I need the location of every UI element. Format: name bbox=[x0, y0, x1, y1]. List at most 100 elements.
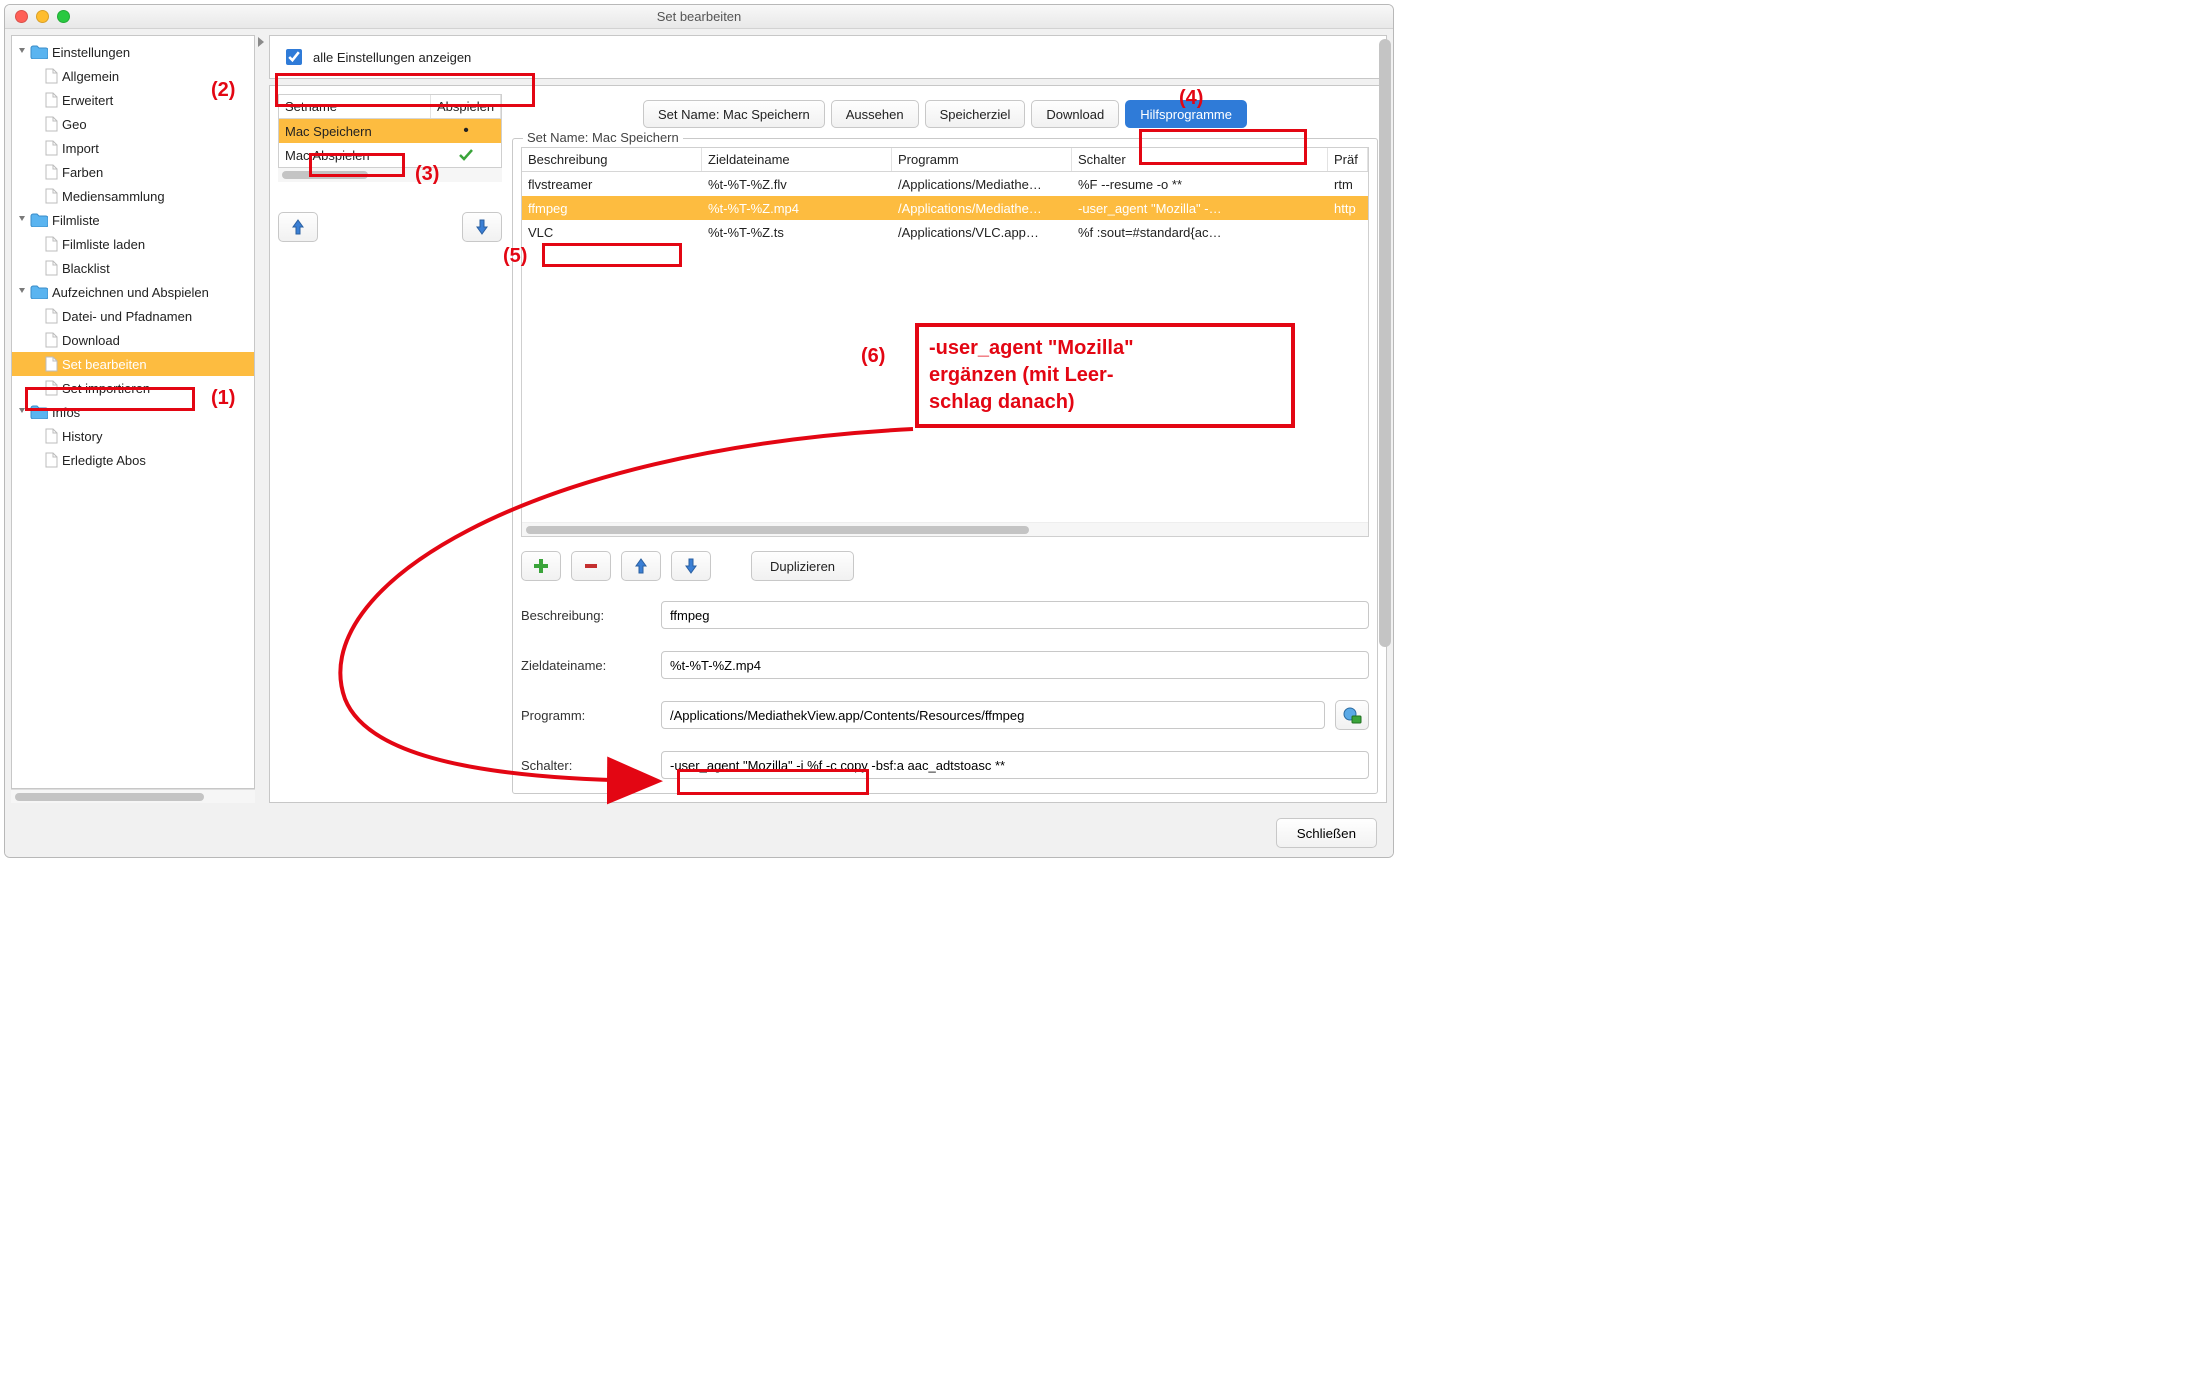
plus-icon bbox=[532, 557, 550, 575]
program-table-row[interactable]: VLC%t-%T-%Z.ts/Applications/VLC.app…%f :… bbox=[522, 220, 1368, 244]
browse-program-button[interactable] bbox=[1335, 700, 1369, 730]
file-icon bbox=[44, 260, 58, 276]
tree-group-label: Filmliste bbox=[52, 213, 100, 228]
prog-col-0[interactable]: Beschreibung bbox=[522, 148, 702, 171]
file-icon bbox=[44, 332, 58, 348]
prog-cell: flvstreamer bbox=[522, 177, 702, 192]
tree-item-label: Erledigte Abos bbox=[62, 453, 146, 468]
set-col-name[interactable]: Setname bbox=[279, 95, 431, 118]
set-list: SetnameAbspielenMac Speichern•Mac Abspie… bbox=[278, 94, 502, 168]
set-col-play[interactable]: Abspielen bbox=[431, 95, 501, 118]
tree-item-label: Geo bbox=[62, 117, 87, 132]
program-table-row[interactable]: ffmpeg%t-%T-%Z.mp4/Applications/Mediathe… bbox=[522, 196, 1368, 220]
tab-speicherziel[interactable]: Speicherziel bbox=[925, 100, 1026, 128]
move-down-program-button[interactable] bbox=[671, 551, 711, 581]
show-all-panel: alle Einstellungen anzeigen bbox=[269, 35, 1387, 79]
tree-item[interactable]: Datei- und Pfadnamen bbox=[12, 304, 254, 328]
editor-panel: SetnameAbspielenMac Speichern•Mac Abspie… bbox=[269, 85, 1387, 803]
prog-col-4[interactable]: Präf bbox=[1328, 148, 1368, 171]
tab-hilfsprogramme[interactable]: Hilfsprogramme bbox=[1125, 100, 1247, 128]
set-table-row[interactable]: Mac Abspielen bbox=[279, 143, 501, 167]
tree-item[interactable]: Erweitert bbox=[12, 88, 254, 112]
tree-item[interactable]: Mediensammlung bbox=[12, 184, 254, 208]
tree-item-label: Blacklist bbox=[62, 261, 110, 276]
label-program: Programm: bbox=[521, 708, 651, 723]
tab-aussehen[interactable]: Aussehen bbox=[831, 100, 919, 128]
add-program-button[interactable] bbox=[521, 551, 561, 581]
close-icon[interactable] bbox=[15, 10, 28, 23]
tree-item[interactable]: Import bbox=[12, 136, 254, 160]
tree-item[interactable]: Erledigte Abos bbox=[12, 448, 254, 472]
move-up-set-button[interactable] bbox=[278, 212, 318, 242]
pane-disclosure[interactable] bbox=[255, 29, 269, 809]
remove-program-button[interactable] bbox=[571, 551, 611, 581]
window: Set bearbeiten EinstellungenAllgemein Erw… bbox=[4, 4, 1394, 858]
tree-item-label: History bbox=[62, 429, 102, 444]
tree-item[interactable]: Set bearbeiten bbox=[12, 352, 254, 376]
program-table[interactable]: BeschreibungZieldateinameProgrammSchalte… bbox=[521, 147, 1369, 537]
tree-item[interactable]: Download bbox=[12, 328, 254, 352]
input-target[interactable] bbox=[661, 651, 1369, 679]
tab-set-name-mac-speichern[interactable]: Set Name: Mac Speichern bbox=[643, 100, 825, 128]
minimize-icon[interactable] bbox=[36, 10, 49, 23]
sidebar-scrollbar[interactable] bbox=[11, 789, 255, 803]
tree-item[interactable]: Allgemein bbox=[12, 64, 254, 88]
prog-col-1[interactable]: Zieldateiname bbox=[702, 148, 892, 171]
file-icon bbox=[44, 116, 58, 132]
fullscreen-icon[interactable] bbox=[57, 10, 70, 23]
duplicate-button[interactable]: Duplizieren bbox=[751, 551, 854, 581]
input-description[interactable] bbox=[661, 601, 1369, 629]
move-down-set-button[interactable] bbox=[462, 212, 502, 242]
prog-cell: VLC bbox=[522, 225, 702, 240]
input-switch[interactable] bbox=[661, 751, 1369, 779]
config-area: Set Name: Mac SpeichernAussehenSpeicherz… bbox=[512, 94, 1378, 794]
tree-group[interactable]: Einstellungen bbox=[12, 40, 254, 64]
file-icon bbox=[44, 356, 58, 372]
tree-group[interactable]: Infos bbox=[12, 400, 254, 424]
input-program[interactable] bbox=[661, 701, 1325, 729]
set-list-table[interactable]: SetnameAbspielenMac Speichern•Mac Abspie… bbox=[278, 94, 502, 168]
tree-item[interactable]: History bbox=[12, 424, 254, 448]
tree-group[interactable]: Filmliste bbox=[12, 208, 254, 232]
prog-col-3[interactable]: Schalter bbox=[1072, 148, 1328, 171]
tree-item[interactable]: Blacklist bbox=[12, 256, 254, 280]
row-switch: Schalter: bbox=[521, 745, 1369, 785]
tree-group[interactable]: Aufzeichnen und Abspielen bbox=[12, 280, 254, 304]
file-icon bbox=[44, 68, 58, 84]
set-play-cell: • bbox=[431, 119, 501, 143]
set-table-row[interactable]: Mac Speichern• bbox=[279, 119, 501, 143]
prog-cell: /Applications/Mediathe… bbox=[892, 201, 1072, 216]
window-title: Set bearbeiten bbox=[657, 9, 742, 24]
tab-download[interactable]: Download bbox=[1031, 100, 1119, 128]
program-table-row[interactable]: flvstreamer%t-%T-%Z.flv/Applications/Med… bbox=[522, 172, 1368, 196]
tree-item[interactable]: Set importieren bbox=[12, 376, 254, 400]
arrow-up-icon bbox=[632, 557, 650, 575]
tree-item[interactable]: Geo bbox=[12, 112, 254, 136]
tree-item[interactable]: Filmliste laden bbox=[12, 232, 254, 256]
file-icon bbox=[44, 428, 58, 444]
tab-bar: Set Name: Mac SpeichernAussehenSpeicherz… bbox=[512, 94, 1378, 128]
folder-icon bbox=[30, 45, 48, 59]
arrow-down-icon bbox=[473, 218, 491, 236]
prog-cell: -user_agent "Mozilla" -… bbox=[1072, 201, 1328, 216]
row-target: Zieldateiname: bbox=[521, 645, 1369, 685]
close-button[interactable]: Schließen bbox=[1276, 818, 1377, 848]
tree-item-label: Import bbox=[62, 141, 99, 156]
disclosure-icon bbox=[18, 287, 26, 297]
file-icon bbox=[44, 236, 58, 252]
arrow-up-icon bbox=[289, 218, 307, 236]
show-all-checkbox[interactable] bbox=[286, 49, 302, 65]
tree-item[interactable]: Farben bbox=[12, 160, 254, 184]
prog-cell: %t-%T-%Z.ts bbox=[702, 225, 892, 240]
sidebar-panel: EinstellungenAllgemein Erweitert Geo Import… bbox=[5, 29, 255, 809]
group-title: Set Name: Mac Speichern bbox=[523, 130, 683, 145]
sidebar-tree[interactable]: EinstellungenAllgemein Erweitert Geo Import… bbox=[11, 35, 255, 789]
file-icon bbox=[44, 164, 58, 180]
footer: Schließen bbox=[5, 809, 1393, 857]
tree-item-label: Erweitert bbox=[62, 93, 113, 108]
prog-col-2[interactable]: Programm bbox=[892, 148, 1072, 171]
move-up-program-button[interactable] bbox=[621, 551, 661, 581]
program-table-scrollbar[interactable] bbox=[522, 522, 1368, 536]
main-scrollbar[interactable] bbox=[1379, 39, 1391, 799]
setlist-scrollbar[interactable] bbox=[278, 168, 502, 182]
